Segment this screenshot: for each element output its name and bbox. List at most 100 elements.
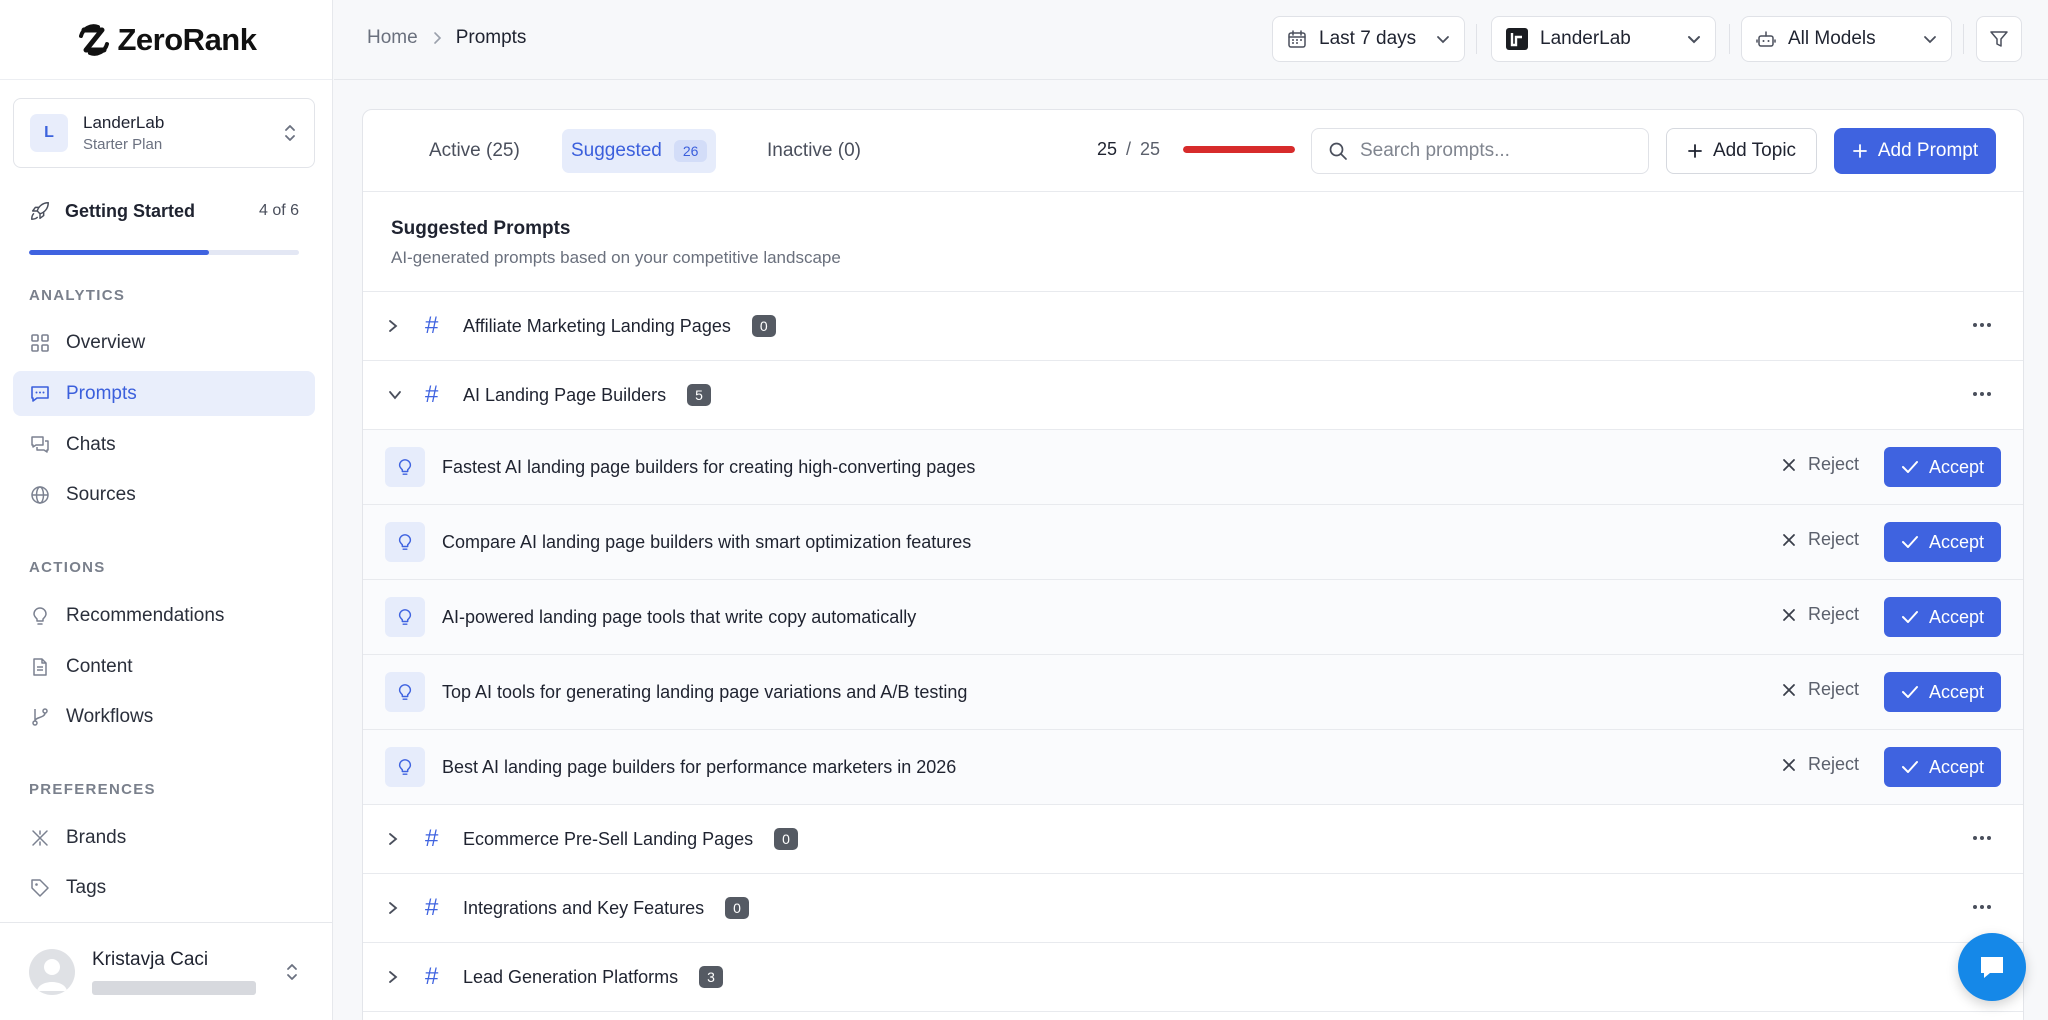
reject-button[interactable]: Reject (1782, 454, 1859, 475)
add-topic-label: Add Topic (1712, 140, 1797, 161)
lightbulb-icon (385, 447, 425, 487)
tab-active[interactable]: Active (25) (420, 129, 529, 173)
more-horizontal-icon[interactable] (1971, 314, 1993, 336)
lightbulb-icon (385, 747, 425, 787)
sidebar-item-prompts[interactable]: Prompts (13, 371, 315, 416)
sidebar-item-overview[interactable]: Overview (13, 320, 315, 365)
topic-row[interactable]: # Ecommerce Pre-Sell Landing Pages 0 (363, 805, 2023, 874)
hash-icon: # (425, 381, 439, 408)
sidebar-item-label: Tags (66, 876, 107, 898)
more-horizontal-icon[interactable] (1971, 827, 1993, 849)
topic-name: AI Landing Page Builders (463, 384, 667, 405)
chevron-right-icon[interactable] (387, 318, 407, 334)
filter-button[interactable] (1976, 16, 2022, 62)
chevron-down-icon (1436, 34, 1450, 44)
topic-name: Lead Generation Platforms (463, 966, 679, 987)
search-input[interactable] (1360, 140, 1630, 162)
calendar-icon (1287, 29, 1307, 49)
brand-select[interactable]: LanderLab (1491, 16, 1716, 62)
hash-icon: # (425, 963, 439, 990)
tab-suggested[interactable]: Suggested 26 (562, 129, 717, 173)
prompt-quota: 25 / 25 (1097, 139, 1296, 160)
topic-row[interactable]: # AI Landing Page Builders 5 (363, 361, 2023, 430)
more-horizontal-icon[interactable] (1971, 383, 1993, 405)
prompt-row: Fastest AI landing page builders for cre… (363, 430, 2023, 505)
reject-label: Reject (1807, 529, 1859, 549)
brand-logo[interactable]: ZeroRank (0, 0, 332, 80)
accept-label: Accept (1928, 606, 1985, 627)
sidebar-item-recommendations[interactable]: Recommendations (13, 593, 315, 638)
topic-row[interactable]: # Integrations and Key Features 0 (363, 874, 2023, 943)
sidebar-item-chats[interactable]: Chats (13, 422, 315, 467)
date-range-value: Last 7 days (1319, 28, 1417, 49)
reject-button[interactable]: Reject (1782, 529, 1859, 550)
sidebar-item-tags[interactable]: Tags (13, 865, 315, 910)
tab-label: Inactive (0) (767, 140, 861, 161)
lightbulb-icon (385, 522, 425, 562)
topic-row[interactable]: # Lead Generation Platforms 3 (363, 943, 2023, 1012)
sidebar-item-content[interactable]: Content (13, 644, 315, 689)
search-box[interactable] (1311, 128, 1649, 174)
topic-count-badge: 5 (687, 384, 711, 406)
git-branch-icon (29, 706, 51, 728)
chat-support-button[interactable] (1958, 933, 2026, 1001)
user-menu[interactable]: Kristavja Caci (0, 922, 333, 1020)
sidebar-item-label: Overview (66, 331, 146, 353)
sidebar-item-brands[interactable]: Brands (13, 815, 315, 860)
more-horizontal-icon[interactable] (1971, 896, 1993, 918)
accept-button[interactable]: Accept (1884, 447, 2001, 487)
add-topic-button[interactable]: Add Topic (1666, 128, 1817, 174)
chat-bubble-icon (1981, 957, 2003, 978)
topic-row[interactable]: # Affiliate Marketing Landing Pages 0 (363, 292, 2023, 361)
prompt-text: Top AI tools for generating landing page… (442, 681, 968, 702)
getting-started[interactable]: Getting Started 4 of 6 (29, 200, 299, 222)
user-info: Kristavja Caci (92, 949, 284, 995)
brand-icon (29, 827, 51, 849)
accept-button[interactable]: Accept (1884, 747, 2001, 787)
sidebar-item-label: Content (66, 655, 133, 677)
sidebar-item-workflows[interactable]: Workflows (13, 694, 315, 739)
user-silhouette-icon (37, 958, 67, 991)
sidebar-item-label: Recommendations (66, 604, 225, 626)
quota-used: 25 (1097, 139, 1118, 159)
sidebar-item-sources[interactable]: Sources (13, 472, 315, 517)
breadcrumb-home[interactable]: Home (367, 27, 418, 49)
chevron-down-icon[interactable] (387, 389, 407, 401)
x-icon (1783, 683, 1795, 696)
prompt-row: Top AI tools for generating landing page… (363, 655, 2023, 730)
lightbulb-icon (385, 597, 425, 637)
chevron-right-icon[interactable] (387, 900, 407, 916)
section-title: Suggested Prompts (391, 218, 571, 239)
topic-name: Integrations and Key Features (463, 897, 705, 918)
add-prompt-button[interactable]: Add Prompt (1834, 128, 1996, 174)
accept-button[interactable]: Accept (1884, 672, 2001, 712)
quota-progress-fill (1183, 146, 1296, 153)
search-icon (1329, 142, 1347, 160)
reject-label: Reject (1807, 604, 1859, 624)
tab-inactive[interactable]: Inactive (0) (758, 129, 870, 173)
reject-button[interactable]: Reject (1782, 604, 1859, 625)
message-square-icon (29, 383, 51, 405)
workspace-avatar: L (30, 114, 68, 152)
chevron-right-icon[interactable] (387, 831, 407, 847)
date-range-select[interactable]: Last 7 days (1272, 16, 1465, 62)
getting-started-count: 4 of 6 (258, 202, 299, 219)
model-select[interactable]: All Models (1741, 16, 1952, 62)
reject-button[interactable]: Reject (1782, 754, 1859, 775)
workspace-info: LanderLab Starter Plan (83, 113, 282, 153)
accept-button[interactable]: Accept (1884, 597, 2001, 637)
chevron-right-icon[interactable] (387, 969, 407, 985)
globe-icon (29, 484, 51, 506)
messages-icon (29, 434, 51, 456)
user-name: Kristavja Caci (92, 948, 209, 970)
toolbar-divider (1476, 24, 1477, 54)
check-icon (1901, 611, 1918, 623)
topic-count-badge: 0 (725, 897, 749, 919)
check-icon (1901, 461, 1918, 473)
accept-button[interactable]: Accept (1884, 522, 2001, 562)
section-preferences: PREFERENCES (29, 781, 156, 798)
quota-progress (1183, 146, 1296, 153)
reject-button[interactable]: Reject (1782, 679, 1859, 700)
topic-name: Ecommerce Pre-Sell Landing Pages (463, 828, 754, 849)
workspace-switcher[interactable]: L LanderLab Starter Plan (13, 98, 315, 168)
